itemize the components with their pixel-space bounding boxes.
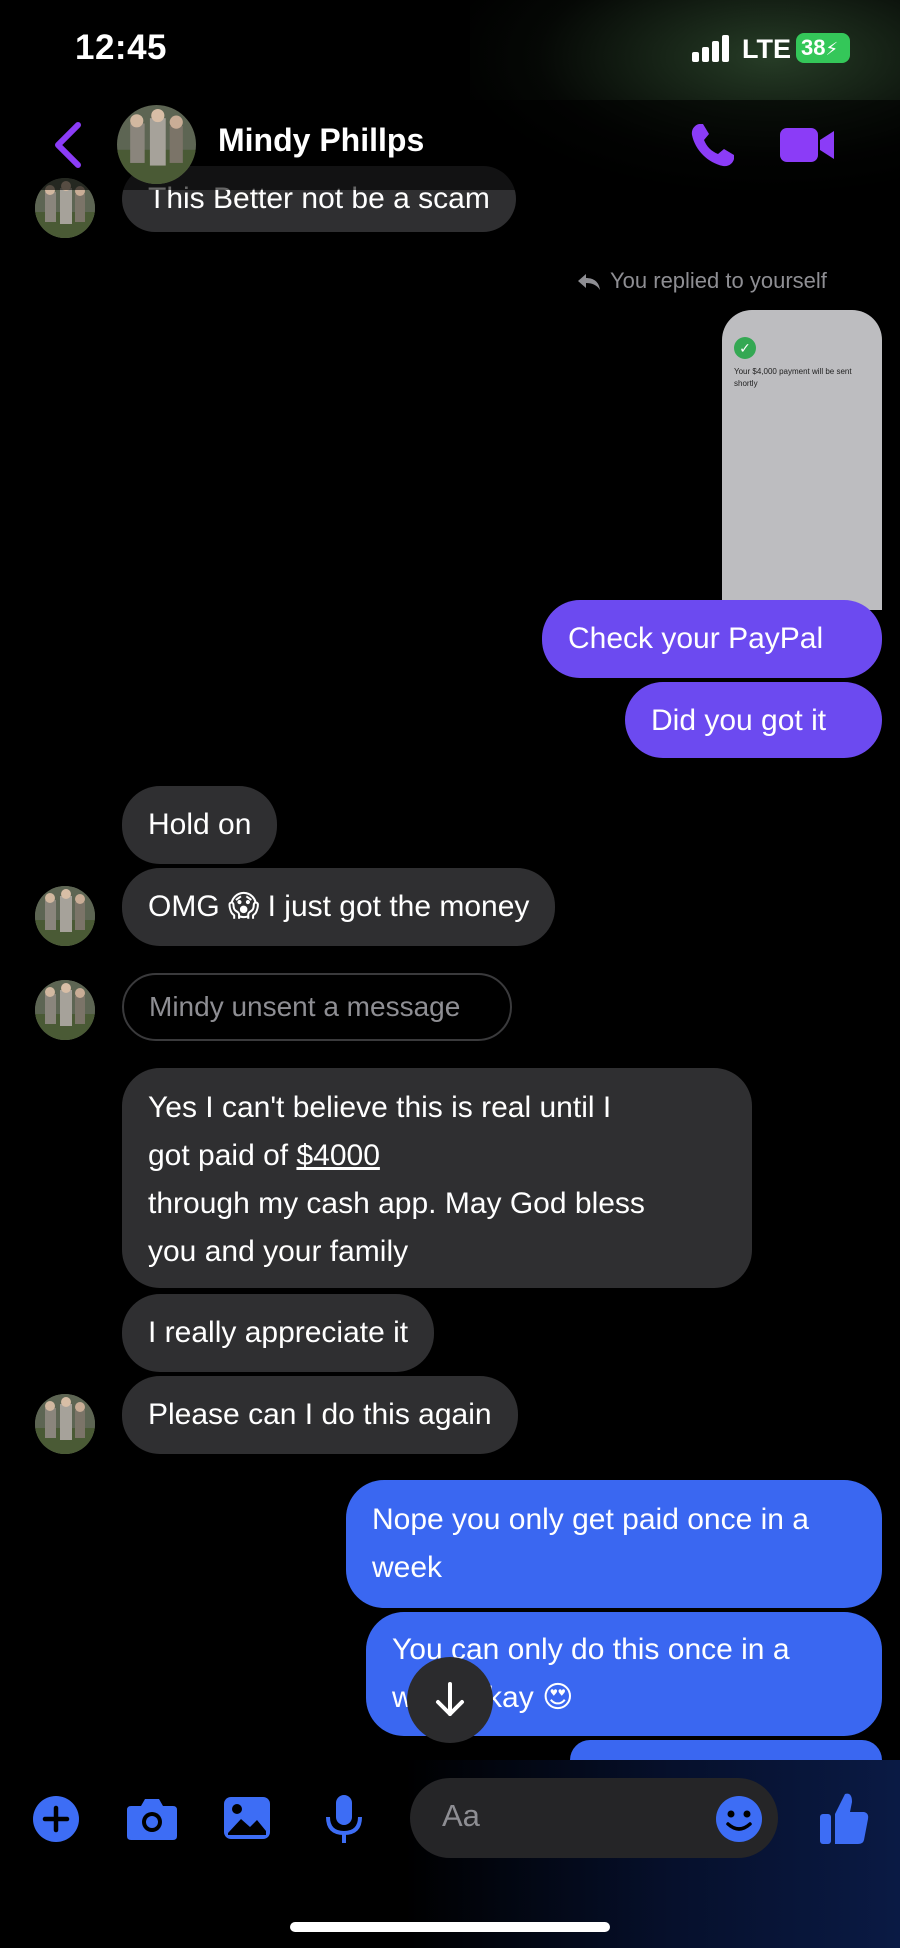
contact-name[interactable]: Mindy Phillps <box>218 122 424 159</box>
back-chevron-icon[interactable] <box>48 120 88 170</box>
message-line: you and your family <box>148 1235 409 1268</box>
status-time: 12:45 <box>75 28 168 67</box>
attachment-text: Your $4,000 payment will be sent shortly <box>734 367 852 388</box>
conversation-header: Mindy Phillps <box>0 100 900 190</box>
reply-notice-text: You replied to yourself <box>610 268 827 293</box>
unsent-message-notice: Mindy unsent a message <box>122 973 512 1041</box>
message-line: through my cash app. May God bless <box>148 1187 645 1220</box>
video-camera-icon[interactable] <box>778 125 836 165</box>
message-bubble-incoming[interactable]: Please can I do this again <box>122 1376 518 1454</box>
sender-avatar[interactable] <box>35 980 95 1040</box>
avatar-photo <box>35 886 95 946</box>
message-bubble-incoming[interactable]: Hold on <box>122 786 278 864</box>
message-bubble-outgoing[interactable]: Did you got it <box>625 682 882 758</box>
message-bubble-outgoing[interactable]: Nope you only get paid once in a week <box>346 1480 882 1608</box>
sender-avatar[interactable] <box>35 886 95 946</box>
message-bubble-incoming[interactable]: OMG 😱 I just got the money <box>122 868 556 946</box>
avatar-photo <box>35 1394 95 1454</box>
avatar-photo <box>117 105 196 184</box>
reply-icon <box>578 274 600 291</box>
phone-icon[interactable] <box>688 120 738 170</box>
signal-icon <box>692 34 732 62</box>
arrow-down-icon <box>436 1682 464 1716</box>
thumbs-up-icon[interactable] <box>818 1790 870 1846</box>
message-bubble-outgoing[interactable]: Check your PayPal <box>542 600 882 678</box>
message-input-placeholder: Aa <box>442 1798 480 1833</box>
amount-link[interactable]: $4000 <box>296 1139 379 1172</box>
message-line: got paid of $4000 <box>148 1132 726 1180</box>
message-line: Yes I can't believe this is real until I <box>148 1091 612 1124</box>
avatar-photo <box>35 980 95 1040</box>
screenshot-attachment[interactable]: ✓ Your $4,000 payment will be sent short… <box>722 310 882 610</box>
message-text: got paid of <box>148 1139 297 1172</box>
battery-icon: 38⚡ <box>796 33 850 63</box>
reply-notice: You replied to yourself <box>576 268 827 294</box>
photo-icon[interactable] <box>222 1795 272 1841</box>
message-input[interactable]: Aa <box>410 1778 778 1858</box>
camera-icon[interactable] <box>125 1796 179 1842</box>
contact-avatar[interactable] <box>117 105 196 184</box>
network-type: LTE <box>742 34 791 64</box>
charging-bolt-icon: ⚡ <box>825 39 839 59</box>
check-icon: ✓ <box>734 337 756 359</box>
message-bubble-incoming[interactable]: Yes I can't believe this is real until I… <box>122 1068 752 1288</box>
battery-level: 38 <box>801 35 826 60</box>
sender-avatar[interactable] <box>35 1394 95 1454</box>
scroll-to-bottom-button[interactable] <box>407 1657 493 1743</box>
status-bar: 12:45 LTE 38⚡ <box>0 0 900 100</box>
home-indicator <box>290 1922 610 1932</box>
plus-icon[interactable] <box>32 1795 80 1843</box>
microphone-icon[interactable] <box>324 1793 364 1845</box>
message-bubble-incoming[interactable]: I really appreciate it <box>122 1294 435 1372</box>
emoji-icon[interactable] <box>714 1794 764 1844</box>
